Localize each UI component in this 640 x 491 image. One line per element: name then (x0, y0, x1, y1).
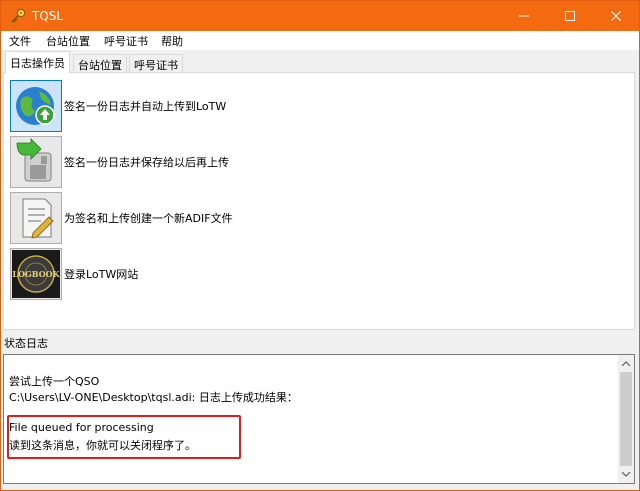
scroll-up-button[interactable] (618, 355, 634, 372)
status-line: 尝试上传一个QSO (9, 375, 100, 388)
scroll-down-button[interactable] (618, 466, 634, 483)
save-arrow-icon (16, 138, 52, 182)
window-title: TQSL (32, 9, 64, 23)
sign-save-button[interactable] (10, 136, 62, 188)
globe-upload-icon (16, 87, 55, 125)
tab-station-location[interactable]: 台站位置 (73, 54, 127, 72)
logbook-logo-text: LOGBOOK (12, 269, 60, 279)
create-adif-label: 为签名和上传创建一个新ADIF文件 (64, 212, 233, 225)
menu-help[interactable]: 帮助 (161, 33, 183, 49)
minimize-icon (519, 15, 529, 17)
menu-bar: 文件 台站位置 呼号证书 帮助 (1, 31, 639, 50)
scroll-thumb[interactable] (620, 372, 632, 466)
highlight-box (7, 415, 241, 459)
create-adif-button[interactable] (10, 192, 62, 244)
sign-save-label: 签名一份日志并保存给以后再上传 (64, 156, 229, 169)
lotw-login-button[interactable]: LOGBOOK (10, 248, 62, 300)
status-log-label: 状态日志 (4, 337, 48, 350)
menu-file[interactable]: 文件 (9, 33, 31, 49)
sign-upload-label: 签名一份日志并自动上传到LoTW (64, 100, 227, 113)
tab-callsign-certificate[interactable]: 呼号证书 (129, 54, 183, 72)
status-line: C:\Users\LV-ONE\Desktop\tqsl.adi: 日志上传成功… (9, 391, 298, 404)
log-operator-panel: 签名一份日志并自动上传到LoTW 签名一份日志并保存给以后再上传 为签名和上传创… (3, 72, 635, 330)
menu-callsign-certificate[interactable]: 呼号证书 (104, 33, 148, 49)
maximize-button[interactable] (547, 1, 593, 31)
chevron-down-icon (622, 472, 630, 477)
tab-bar: 日志操作员 台站位置 呼号证书 (1, 50, 639, 73)
chevron-up-icon (622, 361, 630, 366)
title-bar: TQSL (1, 1, 639, 31)
vertical-scrollbar[interactable] (618, 355, 634, 483)
tqsl-window: TQSL 文件 台站位置 呼号证书 帮助 日志操作员 台站位置 呼号证书 签名一… (0, 0, 640, 491)
menu-station-location[interactable]: 台站位置 (46, 33, 90, 49)
edit-document-icon (22, 198, 54, 239)
minimize-button[interactable] (501, 1, 547, 31)
status-log[interactable]: 尝试上传一个QSO C:\Users\LV-ONE\Desktop\tqsl.a… (3, 354, 635, 484)
logbook-icon: LOGBOOK (12, 250, 61, 298)
close-button[interactable] (593, 1, 639, 31)
close-icon (611, 11, 621, 21)
lotw-login-label: 登录LoTW网站 (64, 268, 139, 281)
maximize-icon (565, 11, 575, 21)
sign-upload-button[interactable] (10, 80, 62, 132)
key-icon (11, 8, 26, 23)
tab-log-operator[interactable]: 日志操作员 (5, 51, 70, 73)
